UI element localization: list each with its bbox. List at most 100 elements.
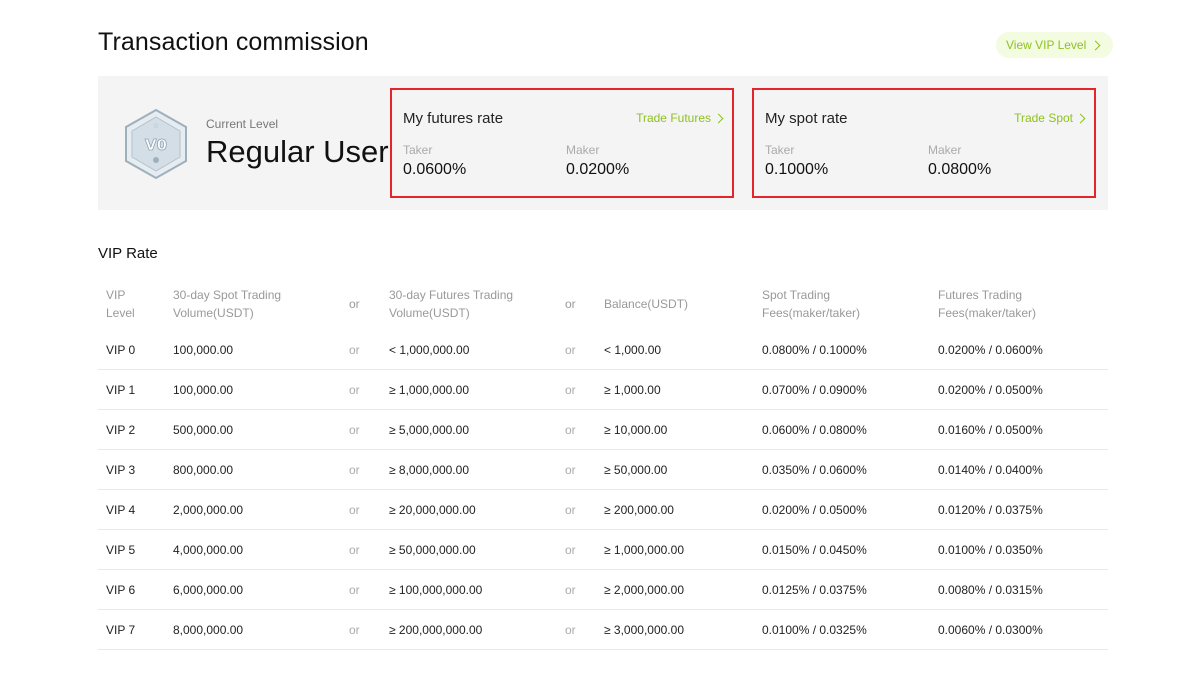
header-futures-volume: 30-day Futures Trading Volume(USDT) (389, 288, 514, 320)
chevron-right-icon (1090, 40, 1101, 50)
trade-futures-label: Trade Futures (636, 111, 711, 125)
table-header-row: VIP Level 30-day Spot Trading Volume(USDT)… (98, 278, 1108, 330)
cell-balance: ≥ 1,000,000.00 (604, 529, 762, 570)
view-vip-level-link[interactable]: View VIP Level (996, 32, 1114, 58)
cell-futures-volume: ≥ 20,000,000.00 (389, 489, 565, 530)
cell-spot-fees: 0.0100% / 0.0325% (762, 609, 938, 650)
trade-spot-link[interactable]: Trade Spot (1014, 111, 1086, 125)
cell-futures-volume: ≥ 100,000,000.00 (389, 569, 565, 610)
chevron-right-icon (713, 113, 724, 123)
header-or: or (565, 297, 576, 311)
futures-maker-label: Maker (566, 143, 600, 157)
cell-futures-fees: 0.0160% / 0.0500% (938, 409, 1108, 450)
cell-spot-fees: 0.0600% / 0.0800% (762, 409, 938, 450)
cell-balance: ≥ 3,000,000.00 (604, 609, 762, 650)
table-row: VIP 0 100,000.00 or < 1,000,000.00 or < 1,000… (98, 330, 1108, 370)
cell-spot-volume: 6,000,000.00 (173, 569, 349, 610)
cell-or: or (565, 529, 604, 570)
table-row: VIP 3 800,000.00 or ≥ 8,000,000.00 or ≥ 50,00… (98, 449, 1108, 490)
spot-rate-card: My spot rate Trade Spot Taker Maker 0.10… (752, 88, 1096, 198)
cell-or: or (349, 529, 389, 570)
cell-balance: ≥ 200,000.00 (604, 489, 762, 530)
cell-or: or (349, 369, 389, 410)
cell-futures-volume: ≥ 8,000,000.00 (389, 449, 565, 490)
spot-maker-label: Maker (928, 143, 962, 157)
cell-or: or (565, 449, 604, 490)
header-vip-level: VIP Level (106, 288, 135, 320)
cell-or: or (349, 330, 389, 370)
table-row: VIP 2 500,000.00 or ≥ 5,000,000.00 or ≥ 10,00… (98, 409, 1108, 450)
cell-or: or (349, 609, 389, 650)
cell-futures-fees: 0.0060% / 0.0300% (938, 609, 1108, 650)
cell-futures-fees: 0.0120% / 0.0375% (938, 489, 1108, 530)
cell-or: or (565, 569, 604, 610)
cell-spot-volume: 8,000,000.00 (173, 609, 349, 650)
vip-badge-icon: ☆ V0 (125, 108, 187, 180)
view-vip-level-label: View VIP Level (1006, 38, 1087, 52)
header-spot-volume: 30-day Spot Trading Volume(USDT) (173, 288, 282, 320)
vip-rate-heading: VIP Rate (98, 245, 158, 262)
cell-spot-volume: 100,000.00 (173, 369, 349, 410)
cell-futures-volume: < 1,000,000.00 (389, 330, 565, 370)
trade-futures-link[interactable]: Trade Futures (636, 111, 724, 125)
spot-maker-value: 0.0800% (928, 161, 992, 178)
header-spot-fees: Spot Trading Fees(maker/taker) (762, 288, 861, 320)
table-row: VIP 7 8,000,000.00 or ≥ 200,000,000.00 or ≥ 3… (98, 609, 1108, 650)
vip-rate-table: VIP Level 30-day Spot Trading Volume(USDT)… (98, 278, 1108, 650)
cell-balance: ≥ 2,000,000.00 (604, 569, 762, 610)
cell-or: or (565, 409, 604, 450)
cell-balance: ≥ 50,000.00 (604, 449, 762, 490)
current-level-label: Current Level (206, 117, 279, 131)
cell-spot-fees: 0.0800% / 0.1000% (762, 330, 938, 370)
cell-spot-volume: 500,000.00 (173, 409, 349, 450)
table-row: VIP 1 100,000.00 or ≥ 1,000,000.00 or ≥ 1,000… (98, 369, 1108, 410)
cell-or: or (349, 489, 389, 530)
cell-futures-fees: 0.0140% / 0.0400% (938, 449, 1108, 490)
cell-vip-level: VIP 5 (98, 529, 173, 570)
table-row: VIP 5 4,000,000.00 or ≥ 50,000,000.00 or ≥ 1,… (98, 529, 1108, 570)
cell-or: or (349, 569, 389, 610)
futures-maker-value: 0.0200% (566, 161, 630, 178)
chevron-right-icon (1075, 113, 1086, 123)
table-row: VIP 6 6,000,000.00 or ≥ 100,000,000.00 or ≥ 2… (98, 569, 1108, 610)
trade-spot-label: Trade Spot (1014, 111, 1073, 125)
cell-futures-volume: ≥ 50,000,000.00 (389, 529, 565, 570)
cell-balance: ≥ 1,000.00 (604, 369, 762, 410)
cell-futures-volume: ≥ 200,000,000.00 (389, 609, 565, 650)
cell-spot-fees: 0.0150% / 0.0450% (762, 529, 938, 570)
cell-or: or (565, 489, 604, 530)
cell-futures-fees: 0.0100% / 0.0350% (938, 529, 1108, 570)
cell-vip-level: VIP 6 (98, 569, 173, 610)
cell-vip-level: VIP 7 (98, 609, 173, 650)
cell-vip-level: VIP 0 (98, 330, 173, 370)
cell-spot-volume: 4,000,000.00 (173, 529, 349, 570)
futures-rate-title: My futures rate (403, 110, 504, 127)
cell-or: or (349, 409, 389, 450)
cell-or: or (565, 609, 604, 650)
cell-spot-fees: 0.0350% / 0.0600% (762, 449, 938, 490)
cell-futures-fees: 0.0200% / 0.0600% (938, 330, 1108, 370)
cell-futures-fees: 0.0080% / 0.0315% (938, 569, 1108, 610)
header-or: or (349, 297, 360, 311)
cell-balance: < 1,000.00 (604, 330, 762, 370)
header-balance: Balance(USDT) (604, 297, 689, 311)
cell-spot-volume: 800,000.00 (173, 449, 349, 490)
cell-spot-fees: 0.0700% / 0.0900% (762, 369, 938, 410)
cell-or: or (565, 369, 604, 410)
cell-vip-level: VIP 3 (98, 449, 173, 490)
cell-vip-level: VIP 1 (98, 369, 173, 410)
header-futures-fees: Futures Trading Fees(maker/taker) (938, 288, 1037, 320)
table-row: VIP 4 2,000,000.00 or ≥ 20,000,000.00 or ≥ 20… (98, 489, 1108, 530)
cell-balance: ≥ 10,000.00 (604, 409, 762, 450)
futures-taker-label: Taker (403, 143, 433, 157)
cell-futures-volume: ≥ 5,000,000.00 (389, 409, 565, 450)
cell-spot-fees: 0.0200% / 0.0500% (762, 489, 938, 530)
cell-vip-level: VIP 4 (98, 489, 173, 530)
cell-or: or (565, 330, 604, 370)
badge-text: V0 (145, 136, 167, 154)
cell-vip-level: VIP 2 (98, 409, 173, 450)
cell-spot-volume: 100,000.00 (173, 330, 349, 370)
spot-taker-label: Taker (765, 143, 795, 157)
spot-taker-value: 0.1000% (765, 161, 829, 178)
cell-or: or (349, 449, 389, 490)
